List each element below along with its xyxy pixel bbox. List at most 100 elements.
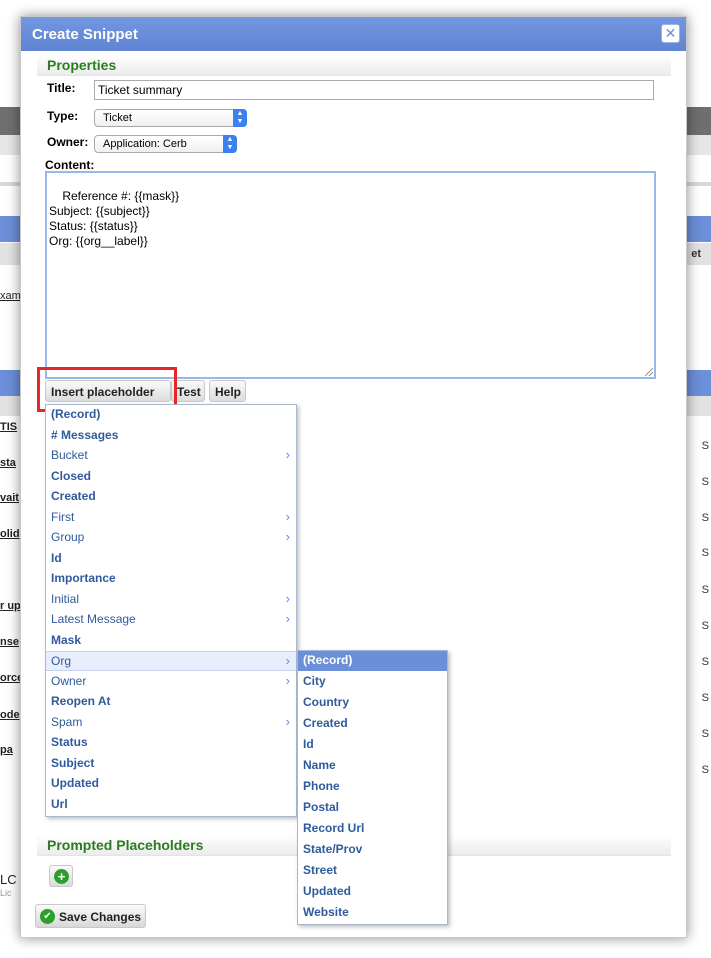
- background-frag: r up: [0, 600, 21, 612]
- placeholder-menu-item-label: Owner: [51, 673, 87, 688]
- background-s: S: [701, 512, 709, 524]
- org-submenu-item-label: Website: [303, 905, 349, 919]
- chevron-right-icon: ›: [285, 447, 290, 462]
- placeholder-menu-item[interactable]: Mask: [46, 631, 296, 651]
- chevron-right-icon: ›: [285, 529, 290, 544]
- owner-select-value: Application: Cerb: [103, 138, 187, 150]
- org-submenu-item-label: (Record): [303, 653, 353, 667]
- title-input[interactable]: [94, 80, 654, 100]
- placeholder-menu-item[interactable]: First ›: [46, 508, 296, 528]
- background-s: S: [701, 440, 709, 452]
- placeholder-menu-item-label: Mask: [51, 632, 82, 647]
- select-arrows-icon: ▲ ▼: [233, 109, 247, 127]
- placeholder-menu-item-label: Spam: [51, 714, 83, 729]
- title-label: Title:: [47, 81, 76, 95]
- org-submenu-item[interactable]: Id: [298, 735, 447, 755]
- placeholder-menu-item[interactable]: Url: [46, 795, 296, 815]
- placeholder-menu-item-label: Id: [51, 550, 62, 565]
- add-placeholder-button[interactable]: +: [49, 865, 73, 887]
- org-submenu-item-label: Name: [303, 758, 336, 772]
- placeholder-menu: (Record) # Messages Bucket › Closed Created Fi…: [45, 404, 297, 817]
- placeholder-menu-item[interactable]: Status: [46, 733, 296, 753]
- close-icon[interactable]: ✕: [661, 24, 680, 43]
- background-frag: Lic: [0, 888, 12, 898]
- placeholder-menu-item[interactable]: Bucket ›: [46, 446, 296, 466]
- org-submenu-item-label: Postal: [303, 800, 340, 814]
- placeholder-menu-item[interactable]: Org ›: [46, 651, 296, 671]
- placeholder-menu-item[interactable]: Reopen At: [46, 692, 296, 712]
- org-submenu-item[interactable]: Website: [298, 903, 447, 923]
- placeholder-menu-item[interactable]: Latest Message ›: [46, 610, 296, 630]
- placeholder-menu-item-label: Initial: [51, 591, 80, 606]
- background-frag: LC: [0, 872, 17, 887]
- resize-handle-icon[interactable]: [645, 368, 653, 376]
- org-submenu-item[interactable]: (Record): [298, 651, 447, 671]
- background-s: S: [701, 620, 709, 632]
- org-submenu-item-label: Created: [303, 716, 348, 730]
- placeholder-menu-item[interactable]: Importance: [46, 569, 296, 589]
- placeholder-menu-item-label: # Messages: [51, 427, 119, 442]
- placeholder-menu-item[interactable]: Subject: [46, 754, 296, 774]
- org-submenu-item[interactable]: Created: [298, 714, 447, 734]
- chevron-right-icon: ›: [285, 672, 290, 688]
- type-select[interactable]: Ticket ▲ ▼: [94, 109, 247, 127]
- background-frag: nse: [0, 636, 19, 648]
- org-submenu-item[interactable]: Country: [298, 693, 447, 713]
- dialog-title: Create Snippet: [32, 26, 138, 43]
- placeholder-menu-item-label: Subject: [51, 755, 95, 770]
- org-submenu: (Record) City Country Created Id Name Phone Pos…: [297, 650, 448, 925]
- prompted-placeholders-heading-text: Prompted Placeholders: [47, 837, 204, 853]
- type-label: Type:: [47, 109, 79, 123]
- placeholder-menu-item[interactable]: Closed: [46, 467, 296, 487]
- owner-select[interactable]: Application: Cerb ▲ ▼: [94, 135, 237, 153]
- placeholder-menu-item[interactable]: (Record): [46, 405, 296, 425]
- content-label: Content:: [45, 158, 95, 172]
- checkmark-icon: ✔: [40, 909, 55, 924]
- org-submenu-item[interactable]: Postal: [298, 798, 447, 818]
- dialog-titlebar[interactable]: Create Snippet ✕: [21, 17, 686, 51]
- org-submenu-item[interactable]: Phone: [298, 777, 447, 797]
- org-submenu-item-label: Record Url: [303, 821, 365, 835]
- select-arrows-icon: ▲ ▼: [223, 135, 237, 153]
- properties-heading-text: Properties: [47, 57, 117, 73]
- org-submenu-item-label: City: [303, 674, 326, 688]
- placeholder-menu-item-label: Importance: [51, 571, 116, 585]
- placeholder-menu-item-label: First: [51, 509, 75, 524]
- chevron-right-icon: ›: [285, 713, 290, 729]
- background-frag: TIS: [0, 421, 18, 433]
- org-submenu-item[interactable]: Name: [298, 756, 447, 776]
- background-s: S: [701, 656, 709, 668]
- placeholder-menu-item[interactable]: # Messages: [46, 426, 296, 446]
- background-frag: ode: [0, 709, 20, 721]
- properties-heading: Properties: [37, 54, 671, 76]
- placeholder-menu-item-label: (Record): [51, 407, 101, 421]
- placeholder-menu-item[interactable]: Created: [46, 487, 296, 507]
- org-submenu-item-label: Country: [303, 695, 349, 709]
- background-s: S: [701, 728, 709, 740]
- background-s: S: [701, 584, 709, 596]
- org-submenu-item[interactable]: State/Prov: [298, 840, 447, 860]
- content-textarea[interactable]: Reference #: {{mask}} Subject: {{subject…: [45, 171, 656, 379]
- background-header-text: et: [691, 248, 701, 260]
- placeholder-menu-item-label: Latest Message: [51, 612, 136, 626]
- type-select-value: Ticket: [103, 112, 132, 124]
- background-frag: sta: [0, 457, 16, 469]
- org-submenu-item[interactable]: Record Url: [298, 819, 447, 839]
- chevron-right-icon: ›: [285, 590, 290, 606]
- org-submenu-item[interactable]: Updated: [298, 882, 447, 902]
- placeholder-menu-item[interactable]: Owner ›: [46, 672, 296, 692]
- placeholder-menu-item-label: Url: [51, 796, 68, 811]
- placeholder-menu-item[interactable]: Group ›: [46, 528, 296, 548]
- background-frag: vait: [0, 492, 19, 504]
- org-submenu-item[interactable]: City: [298, 672, 447, 692]
- org-submenu-item-label: Id: [303, 737, 314, 751]
- save-changes-button[interactable]: ✔ Save Changes: [35, 904, 146, 928]
- background-frag: xam: [0, 290, 21, 302]
- placeholder-menu-item[interactable]: Updated: [46, 774, 296, 794]
- placeholder-menu-item[interactable]: Spam ›: [46, 713, 296, 733]
- placeholder-menu-item-label: Status: [51, 735, 88, 749]
- placeholder-menu-item[interactable]: Initial ›: [46, 590, 296, 610]
- help-button[interactable]: Help: [209, 380, 246, 402]
- placeholder-menu-item[interactable]: Id: [46, 549, 296, 569]
- org-submenu-item[interactable]: Street: [298, 861, 447, 881]
